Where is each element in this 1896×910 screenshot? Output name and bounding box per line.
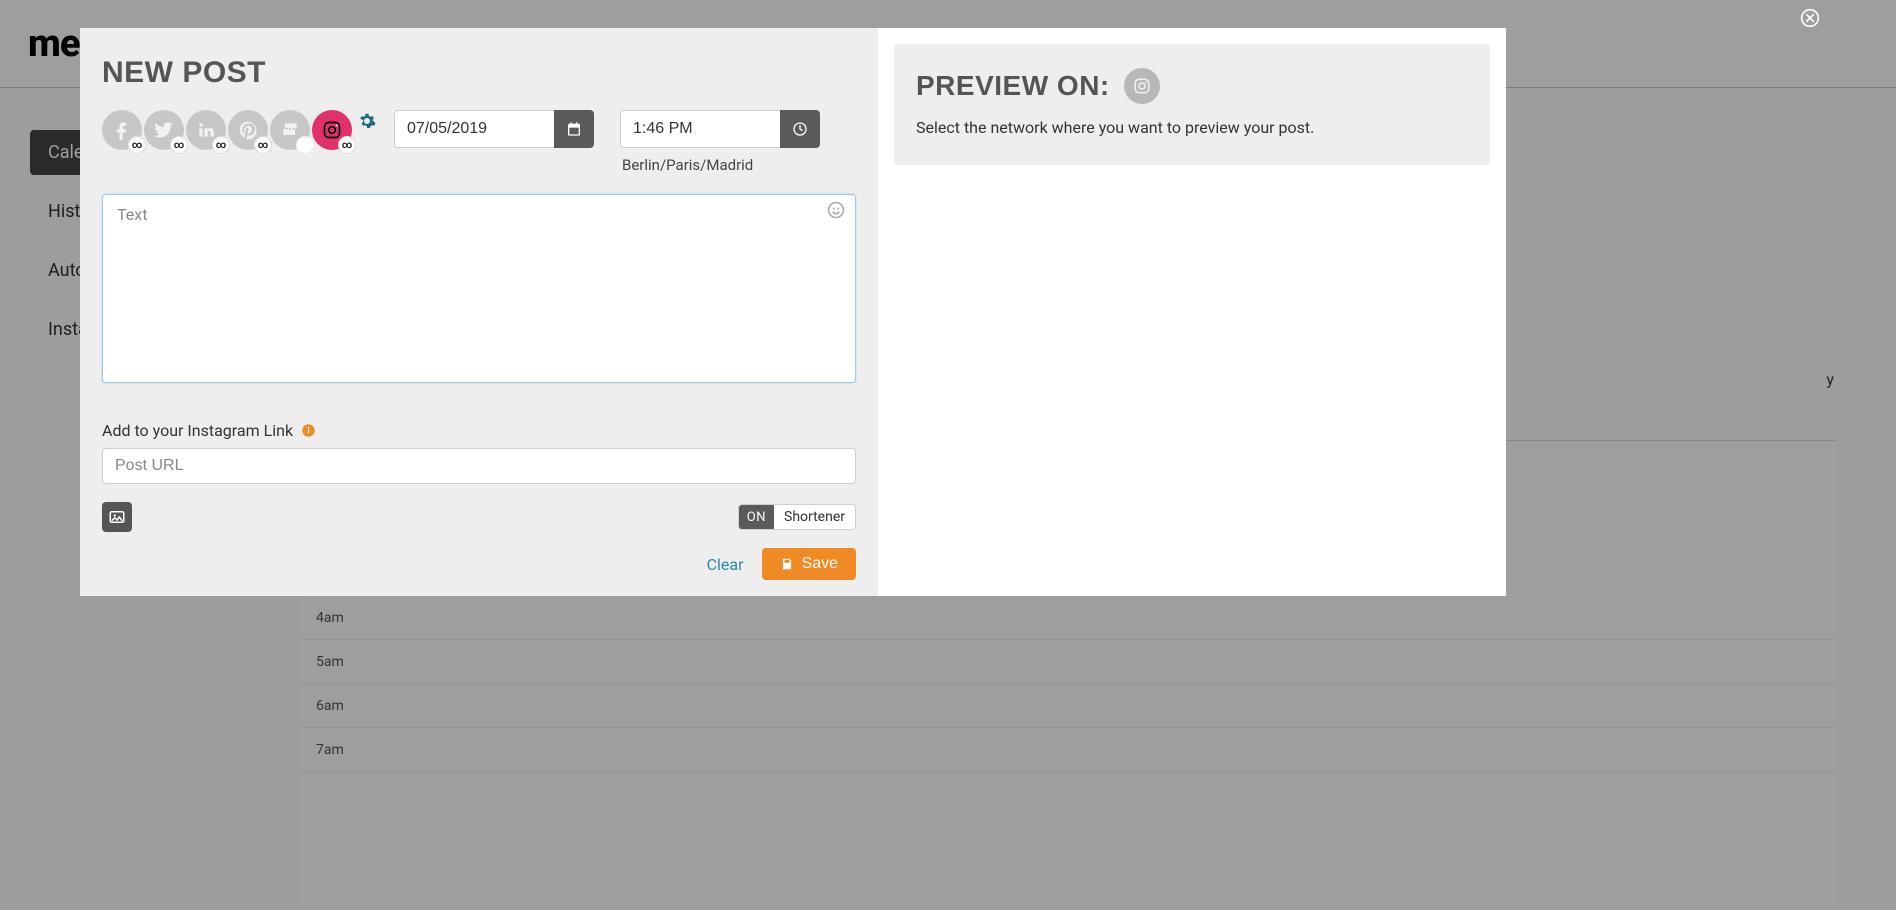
time-input-group: [620, 110, 820, 148]
infinity-badge-icon: ∞: [128, 136, 146, 154]
clear-button[interactable]: Clear: [707, 555, 744, 574]
gear-icon[interactable]: [358, 112, 376, 130]
clock-icon[interactable]: [780, 110, 820, 148]
preview-title: PREVIEW ON:: [916, 70, 1110, 102]
timezone-label: Berlin/Paris/Madrid: [622, 156, 820, 174]
actions-row: Clear Save: [102, 548, 856, 580]
date-input[interactable]: [394, 110, 554, 148]
tools-row: ON Shortener: [102, 502, 856, 532]
save-button[interactable]: Save: [762, 548, 856, 580]
shortener-on-label: ON: [739, 505, 774, 529]
network-twitter[interactable]: ∞: [144, 110, 184, 150]
network-picker: ∞ ∞ ∞ ∞: [102, 110, 352, 150]
close-icon[interactable]: [1800, 8, 1820, 28]
infinity-badge-icon: ∞: [170, 136, 188, 154]
calendar-icon[interactable]: [554, 110, 594, 148]
info-icon[interactable]: [301, 423, 316, 438]
shortener-label: Shortener: [774, 505, 855, 529]
infinity-badge-icon: ∞: [254, 136, 272, 154]
preview-panel: PREVIEW ON: Select the network where you…: [878, 28, 1506, 596]
instagram-link-label-row: Add to your Instagram Link: [102, 421, 856, 440]
schedule-row: ∞ ∞ ∞ ∞: [102, 110, 856, 174]
modal-title: NEW POST: [102, 56, 856, 90]
save-icon: [780, 557, 794, 571]
network-instagram[interactable]: ∞: [312, 110, 352, 150]
network-pinterest[interactable]: ∞: [228, 110, 268, 150]
network-linkedin[interactable]: ∞: [186, 110, 226, 150]
image-icon[interactable]: [102, 502, 132, 532]
infinity-badge-icon: [296, 136, 314, 154]
date-input-group: [394, 110, 594, 148]
post-text-input[interactable]: [117, 205, 841, 372]
post-text-wrap: [102, 194, 856, 383]
instagram-link-label: Add to your Instagram Link: [102, 421, 293, 440]
time-input[interactable]: [620, 110, 780, 148]
preview-network-instagram-icon[interactable]: [1124, 68, 1160, 104]
shortener-toggle[interactable]: ON Shortener: [738, 504, 856, 530]
compose-panel: NEW POST ∞ ∞ ∞ ∞: [80, 28, 878, 596]
preview-help-text: Select the network where you want to pre…: [916, 118, 1468, 137]
new-post-modal: NEW POST ∞ ∞ ∞ ∞: [80, 28, 1506, 596]
emoji-icon[interactable]: [827, 201, 847, 221]
infinity-badge-icon: ∞: [212, 136, 230, 154]
network-gmb[interactable]: [270, 110, 310, 150]
post-url-input[interactable]: [102, 448, 856, 484]
network-facebook[interactable]: ∞: [102, 110, 142, 150]
preview-box: PREVIEW ON: Select the network where you…: [894, 44, 1490, 165]
save-button-label: Save: [802, 555, 838, 573]
infinity-badge-icon: ∞: [338, 136, 356, 154]
